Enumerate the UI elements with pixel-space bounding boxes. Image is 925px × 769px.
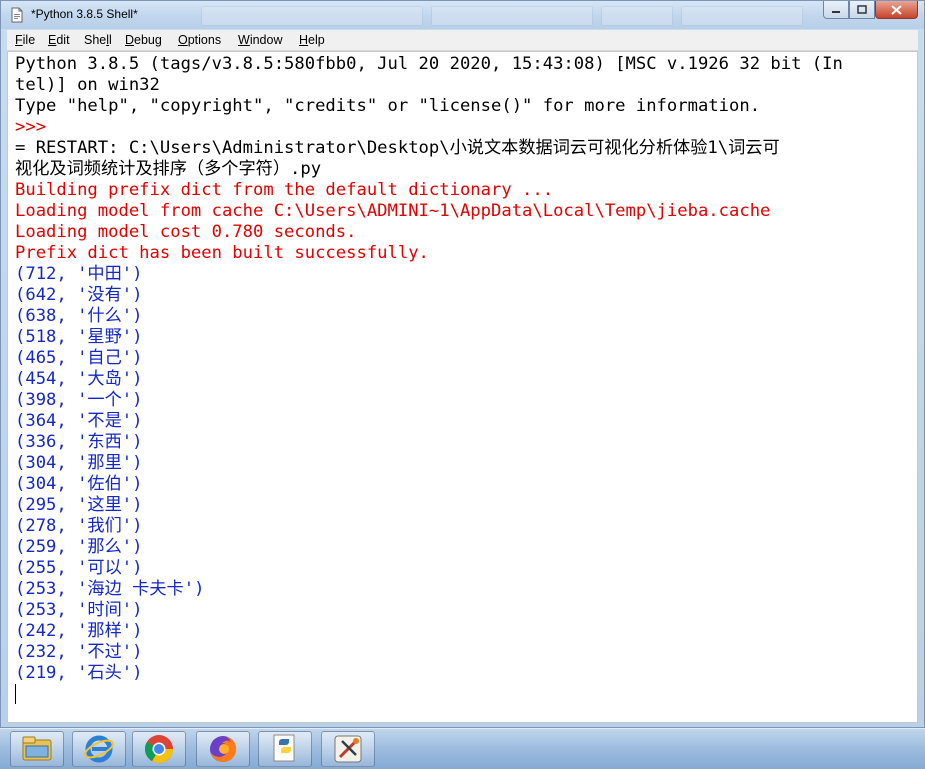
- tool-app-icon: [334, 735, 362, 763]
- shell-line: (219, '石头'): [15, 663, 143, 683]
- background-window-tabs: [201, 6, 803, 26]
- shell-line: (278, '我们'): [15, 516, 143, 536]
- shell-line: (336, '东西'): [15, 432, 143, 452]
- taskbar-file-explorer[interactable]: [10, 731, 64, 767]
- menu-bar: File Edit Shell Debug Options Window Hel…: [7, 30, 918, 51]
- shell-line: Python 3.8.5 (tags/v3.8.5:580fbb0, Jul 2…: [15, 54, 843, 74]
- close-button[interactable]: [875, 1, 918, 19]
- menu-window[interactable]: Window: [238, 33, 282, 47]
- menu-options[interactable]: Options: [178, 33, 221, 47]
- taskbar-firefox[interactable]: [196, 731, 250, 767]
- maximize-button[interactable]: [849, 1, 875, 19]
- shell-line: = RESTART: C:\Users\Administrator\Deskto…: [15, 138, 780, 158]
- shell-line: (255, '可以'): [15, 558, 143, 578]
- shell-line: (304, '那里'): [15, 453, 143, 473]
- shell-line: >>>: [15, 117, 57, 137]
- taskbar-chrome[interactable]: [132, 731, 186, 767]
- shell-output-area[interactable]: Python 3.8.5 (tags/v3.8.5:580fbb0, Jul 2…: [7, 51, 918, 723]
- shell-line: (259, '那么'): [15, 537, 143, 557]
- shell-line: Type "help", "copyright", "credits" or "…: [15, 96, 761, 116]
- shell-line: Prefix dict has been built successfully.: [15, 243, 429, 263]
- menu-edit[interactable]: Edit: [48, 33, 70, 47]
- title-bar[interactable]: *Python 3.8.5 Shell*: [1, 1, 924, 29]
- window-title: *Python 3.8.5 Shell*: [31, 7, 138, 21]
- internet-explorer-icon: [84, 735, 114, 763]
- idle-shell-window: *Python 3.8.5 Shell* File Edit Shell Deb…: [0, 0, 925, 728]
- taskbar-tool-app[interactable]: [321, 731, 375, 767]
- shell-line: (398, '一个'): [15, 390, 143, 410]
- shell-line: (465, '自己'): [15, 348, 143, 368]
- maximize-icon: [857, 5, 867, 14]
- shell-line: (304, '佐伯'): [15, 474, 143, 494]
- idle-doc-icon: [11, 7, 23, 23]
- shell-line: (295, '这里'): [15, 495, 143, 515]
- shell-line: (232, '不过'): [15, 642, 143, 662]
- shell-line: (454, '大岛'): [15, 369, 143, 389]
- shell-line: (712, '中田'): [15, 264, 143, 284]
- menu-file[interactable]: File: [15, 33, 35, 47]
- shell-line: (364, '不是'): [15, 411, 143, 431]
- chrome-icon: [145, 735, 173, 763]
- shell-line: Loading model cost 0.780 seconds.: [15, 222, 357, 242]
- shell-line: Building prefix dict from the default di…: [15, 180, 554, 200]
- taskbar-internet-explorer[interactable]: [72, 731, 126, 767]
- minimize-button[interactable]: [823, 1, 849, 19]
- shell-line: Loading model from cache C:\Users\ADMINI…: [15, 201, 771, 221]
- shell-line: (242, '那样'): [15, 621, 143, 641]
- menu-help[interactable]: Help: [299, 33, 325, 47]
- file-explorer-icon: [22, 736, 52, 761]
- scrollbar-edge[interactable]: [918, 51, 924, 723]
- python-idle-icon: [273, 734, 295, 762]
- text-cursor: [15, 684, 16, 704]
- menu-shell[interactable]: Shell: [84, 33, 112, 47]
- shell-line: tel)] on win32: [15, 75, 160, 95]
- menu-debug[interactable]: Debug: [125, 33, 162, 47]
- shell-line: (642, '没有'): [15, 285, 143, 305]
- shell-line: (253, '海边 卡夫卡'): [15, 579, 205, 599]
- shell-line: 视化及词频统计及排序（多个字符）.py: [15, 159, 322, 179]
- taskbar: [0, 728, 925, 769]
- close-icon: [891, 4, 902, 15]
- taskbar-python-idle[interactable]: [258, 731, 312, 767]
- shell-line: (518, '星野'): [15, 327, 143, 347]
- shell-line: (253, '时间'): [15, 600, 143, 620]
- firefox-icon: [210, 735, 237, 762]
- minimize-icon: [832, 10, 840, 13]
- shell-line: (638, '什么'): [15, 306, 143, 326]
